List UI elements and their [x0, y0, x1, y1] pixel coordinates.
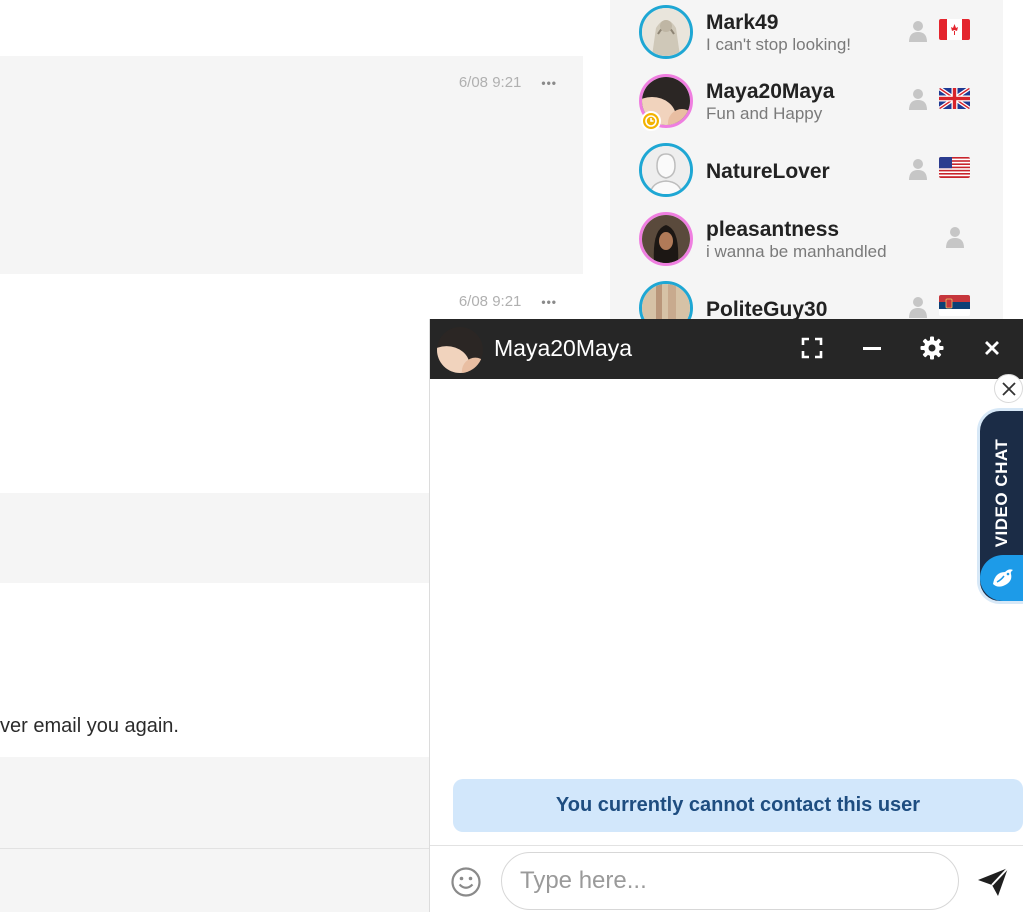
flag-canada-icon: [939, 19, 970, 40]
chat-window: Maya20Maya You currently cannot contact …: [429, 319, 1023, 912]
user-name[interactable]: Mark49: [706, 11, 778, 35]
user-name[interactable]: NatureLover: [706, 160, 830, 184]
flag-usa-icon: [939, 157, 970, 178]
clock-icon: [641, 111, 661, 131]
user-status: i wanna be manhandled: [706, 242, 887, 261]
emoji-icon[interactable]: [450, 866, 482, 898]
minus-icon: [863, 347, 881, 350]
settings-button[interactable]: [919, 335, 945, 361]
more-options-button[interactable]: •••: [541, 296, 557, 308]
video-chat-label: VIDEO CHAT: [991, 438, 1011, 548]
chat-input-bar: [430, 845, 1023, 912]
person-icon[interactable]: [908, 158, 928, 180]
avatar-image: [642, 215, 690, 263]
close-icon: [1001, 381, 1016, 396]
user-name[interactable]: Maya20Maya: [706, 80, 834, 104]
fullscreen-button[interactable]: [799, 335, 825, 361]
person-icon[interactable]: [908, 20, 928, 42]
user-row[interactable]: pleasantness i wanna be manhandled: [610, 207, 1003, 276]
chat-title: Maya20Maya: [494, 335, 633, 361]
user-status: I can't stop looking!: [706, 35, 851, 54]
user-row[interactable]: Mark49 I can't stop looking!: [610, 0, 1003, 69]
person-icon[interactable]: [908, 88, 928, 110]
feed-message: 6/08 9:21 •••: [0, 56, 583, 274]
flag-serbia-icon: [939, 295, 970, 316]
send-icon[interactable]: [976, 866, 1010, 898]
message-text: ver email you again.: [0, 715, 179, 737]
person-icon[interactable]: [945, 226, 965, 248]
avatar-image: [437, 327, 483, 373]
avatar[interactable]: [639, 5, 693, 59]
bird-icon: [980, 555, 1023, 601]
chat-header: Maya20Maya: [430, 319, 1023, 379]
close-icon: [985, 341, 999, 355]
more-options-button[interactable]: •••: [541, 77, 557, 89]
chat-avatar[interactable]: [437, 327, 483, 373]
message-meta: 6/08 9:21 •••: [459, 293, 557, 310]
feed-band: [0, 0, 583, 56]
avatar-placeholder-icon: [642, 146, 690, 194]
user-row[interactable]: NatureLover: [610, 138, 1003, 207]
avatar[interactable]: [639, 212, 693, 266]
user-row[interactable]: Maya20Maya Fun and Happy: [610, 69, 1003, 138]
user-status: Fun and Happy: [706, 104, 823, 123]
message-timestamp: 6/08 9:21: [458, 293, 522, 310]
expand-icon: [801, 337, 823, 359]
avatar-image: [642, 8, 690, 56]
flag-uk-icon: [939, 88, 970, 109]
close-video-chat-button[interactable]: [994, 374, 1023, 403]
chat-messages-area: [430, 379, 1023, 774]
message-meta: 6/08 9:21 •••: [459, 74, 557, 91]
minimize-button[interactable]: [859, 335, 885, 361]
close-chat-button[interactable]: [979, 335, 1005, 361]
message-timestamp: 6/08 9:21: [458, 74, 522, 91]
cannot-contact-notice: You currently cannot contact this user: [453, 779, 1023, 832]
gear-icon: [920, 336, 944, 360]
avatar[interactable]: [639, 143, 693, 197]
message-input[interactable]: [501, 852, 959, 910]
user-name[interactable]: pleasantness: [706, 218, 839, 242]
person-icon[interactable]: [908, 296, 928, 318]
video-chat-tab[interactable]: VIDEO CHAT: [977, 408, 1023, 604]
